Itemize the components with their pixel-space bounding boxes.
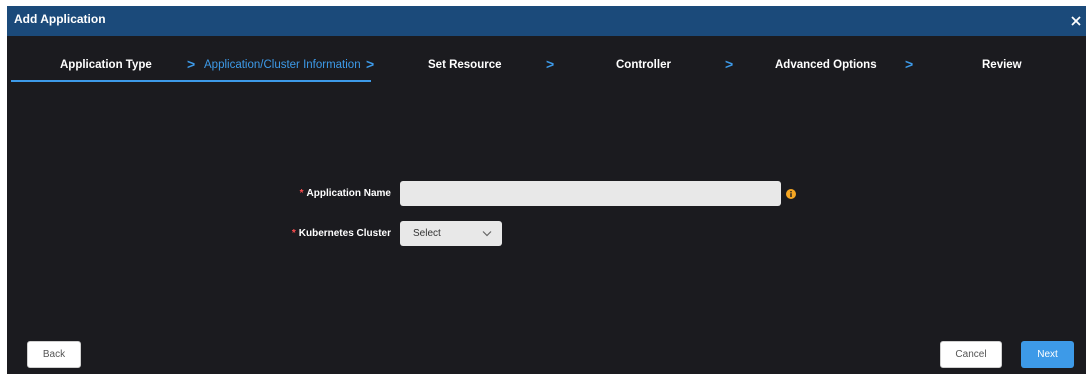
chevron-down-icon	[482, 231, 492, 237]
next-button[interactable]: Next	[1021, 341, 1074, 368]
step-advanced-options[interactable]: Advanced Options	[775, 59, 877, 71]
active-step-underline	[11, 80, 371, 82]
required-mark: *	[291, 228, 296, 239]
dialog-titlebar: Add Application	[7, 6, 1086, 36]
required-mark: *	[299, 188, 304, 199]
step-set-resource[interactable]: Set Resource	[428, 59, 502, 71]
step-separator: >	[725, 56, 734, 72]
application-name-input[interactable]	[400, 181, 781, 206]
info-icon[interactable]	[786, 189, 796, 199]
wizard-steps: Application Type > Application/Cluster I…	[7, 36, 1086, 88]
dialog-title: Add Application	[14, 12, 106, 26]
step-separator: >	[546, 56, 555, 72]
back-button[interactable]: Back	[27, 341, 81, 368]
application-name-label: * Application Name	[299, 188, 391, 199]
step-application-type[interactable]: Application Type	[60, 59, 152, 71]
step-separator: >	[187, 56, 196, 72]
add-application-dialog: Add Application Application Type > Appli…	[7, 6, 1086, 374]
kubernetes-cluster-select[interactable]: Select	[400, 221, 502, 246]
select-value: Select	[413, 228, 441, 239]
kubernetes-cluster-label: * Kubernetes Cluster	[291, 228, 391, 239]
step-separator: >	[366, 56, 375, 72]
step-separator: >	[905, 56, 914, 72]
cancel-button[interactable]: Cancel	[940, 341, 1002, 368]
step-controller[interactable]: Controller	[616, 59, 671, 71]
step-review[interactable]: Review	[982, 59, 1022, 71]
step-application-cluster-information[interactable]: Application/Cluster Information	[204, 59, 361, 71]
close-icon[interactable]	[1069, 14, 1083, 28]
